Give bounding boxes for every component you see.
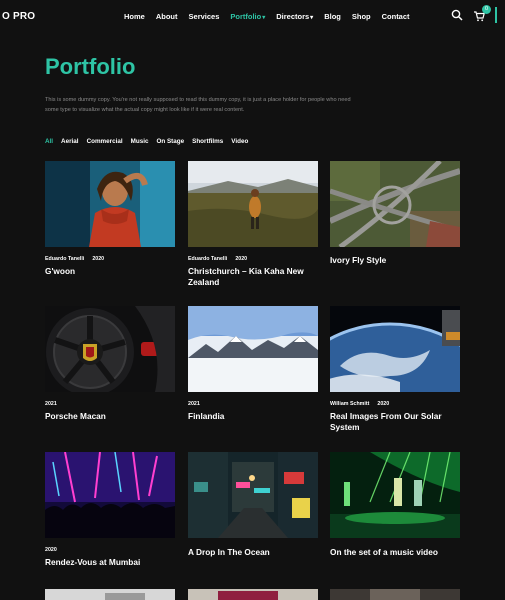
nav-item-contact[interactable]: Contact — [382, 12, 410, 21]
cart-button[interactable]: 0 — [473, 5, 491, 22]
concert-crowd-image — [45, 452, 175, 538]
portfolio-thumbnail[interactable] — [45, 306, 175, 392]
portfolio-card: Ivory Fly Style — [330, 161, 460, 266]
partial-thumbnail-image — [188, 589, 318, 600]
nav-item-services[interactable]: Services — [189, 12, 220, 21]
portfolio-thumbnail[interactable] — [330, 161, 460, 247]
portfolio-thumbnail[interactable] — [188, 588, 318, 600]
portfolio-thumbnail[interactable] — [188, 452, 318, 538]
filter-music[interactable]: Music — [131, 138, 149, 145]
card-year: 2020 — [377, 401, 390, 407]
page-intro: This is some dummy copy. You're not real… — [45, 97, 351, 113]
card-meta: Eduardo Tanelli 2020 — [45, 256, 175, 262]
card-meta: 2021 — [45, 401, 175, 407]
card-year: 2021 — [188, 401, 200, 407]
nav-item-home[interactable]: Home — [124, 12, 145, 21]
woman-portrait-image — [45, 161, 175, 247]
portfolio-filters: All Aerial Commercial Music On Stage Sho… — [45, 138, 248, 145]
card-year: 2021 — [45, 401, 57, 407]
site-logo[interactable]: O PRO — [2, 11, 35, 22]
portfolio-card: Eduardo Tanelli 2020 Christchurch – Kia K… — [188, 161, 318, 288]
nav-item-directors-label: Directors — [276, 12, 310, 21]
portfolio-card: 2021 Porsche Macan — [45, 306, 175, 422]
porsche-wheel-image — [45, 306, 175, 392]
chevron-down-icon: ▾ — [262, 15, 266, 21]
search-icon[interactable] — [451, 9, 463, 21]
card-meta: 2020 — [45, 547, 175, 553]
portfolio-thumbnail[interactable] — [330, 452, 460, 538]
cart-count-badge: 0 — [482, 5, 491, 14]
filter-video[interactable]: Video — [231, 138, 248, 145]
nav-actions: 0 — [451, 5, 491, 22]
neon-alley-image — [188, 452, 318, 538]
portfolio-card: William Schmitt 2020 Real Images From Our… — [330, 306, 460, 433]
portfolio-thumbnail[interactable] — [45, 452, 175, 538]
card-author[interactable]: William Schmitt — [330, 401, 369, 407]
earth-from-space-image — [330, 306, 460, 392]
portfolio-card: On the set of a music video — [330, 452, 460, 558]
snowy-mountains-image — [188, 306, 318, 392]
field-walker-image — [188, 161, 318, 247]
card-title[interactable]: Rendez-Vous at Mumbai — [45, 557, 175, 568]
card-meta: 2021 — [188, 401, 318, 407]
card-title[interactable]: G'woon — [45, 266, 175, 277]
card-meta: William Schmitt 2020 — [330, 401, 460, 407]
portfolio-thumbnail[interactable] — [188, 306, 318, 392]
page-title: Portfolio — [45, 54, 136, 79]
card-title[interactable]: Christchurch – Kia Kaha New Zealand — [188, 266, 318, 288]
portfolio-card: A Drop In The Ocean — [188, 452, 318, 558]
filter-on-stage[interactable]: On Stage — [156, 138, 184, 145]
music-video-set-image — [330, 452, 460, 538]
filter-shortfilms[interactable]: Shortfilms — [192, 138, 223, 145]
card-title[interactable]: Finlandia — [188, 411, 318, 422]
portfolio-thumbnail[interactable] — [330, 306, 460, 392]
portfolio-thumbnail[interactable] — [45, 161, 175, 247]
portfolio-card: Eduardo Tanelli 2020 G'woon — [45, 161, 175, 277]
card-year: 2020 — [92, 256, 105, 262]
portfolio-thumbnail[interactable] — [330, 588, 460, 600]
nav-item-blog[interactable]: Blog — [324, 12, 341, 21]
card-author[interactable]: Eduardo Tanelli — [45, 256, 84, 262]
chevron-down-icon: ▾ — [310, 15, 314, 21]
filter-all[interactable]: All — [45, 138, 53, 145]
card-year: 2020 — [45, 547, 57, 553]
nav-item-shop[interactable]: Shop — [352, 12, 371, 21]
filter-commercial[interactable]: Commercial — [87, 138, 123, 145]
filter-aerial[interactable]: Aerial — [61, 138, 79, 145]
highway-aerial-image — [330, 161, 460, 247]
card-author[interactable]: Eduardo Tanelli — [188, 256, 227, 262]
partial-thumbnail-image — [45, 589, 175, 600]
main-menu: Home About Services Portfolio▾ Directors… — [124, 12, 410, 21]
portfolio-thumbnail[interactable] — [45, 588, 175, 600]
portfolio-card: 2021 Finlandia — [188, 306, 318, 422]
partial-thumbnail-image — [330, 589, 460, 600]
card-title[interactable]: A Drop In The Ocean — [188, 547, 318, 558]
top-navigation: O PRO Home About Services Portfolio▾ Dir… — [0, 0, 505, 34]
card-title[interactable]: Porsche Macan — [45, 411, 175, 422]
menu-toggle-bar[interactable] — [495, 7, 497, 23]
nav-item-about[interactable]: About — [156, 12, 178, 21]
nav-item-portfolio-label: Portfolio — [230, 12, 262, 21]
card-title[interactable]: Ivory Fly Style — [330, 255, 460, 266]
card-title[interactable]: On the set of a music video — [330, 547, 460, 558]
portfolio-thumbnail[interactable] — [188, 161, 318, 247]
portfolio-card: 2020 Rendez-Vous at Mumbai — [45, 452, 175, 568]
card-title[interactable]: Real Images From Our Solar System — [330, 411, 460, 433]
nav-item-portfolio[interactable]: Portfolio▾ — [230, 12, 265, 21]
card-year: 2020 — [235, 256, 248, 262]
nav-item-directors[interactable]: Directors▾ — [276, 12, 313, 21]
card-meta: Eduardo Tanelli 2020 — [188, 256, 318, 262]
